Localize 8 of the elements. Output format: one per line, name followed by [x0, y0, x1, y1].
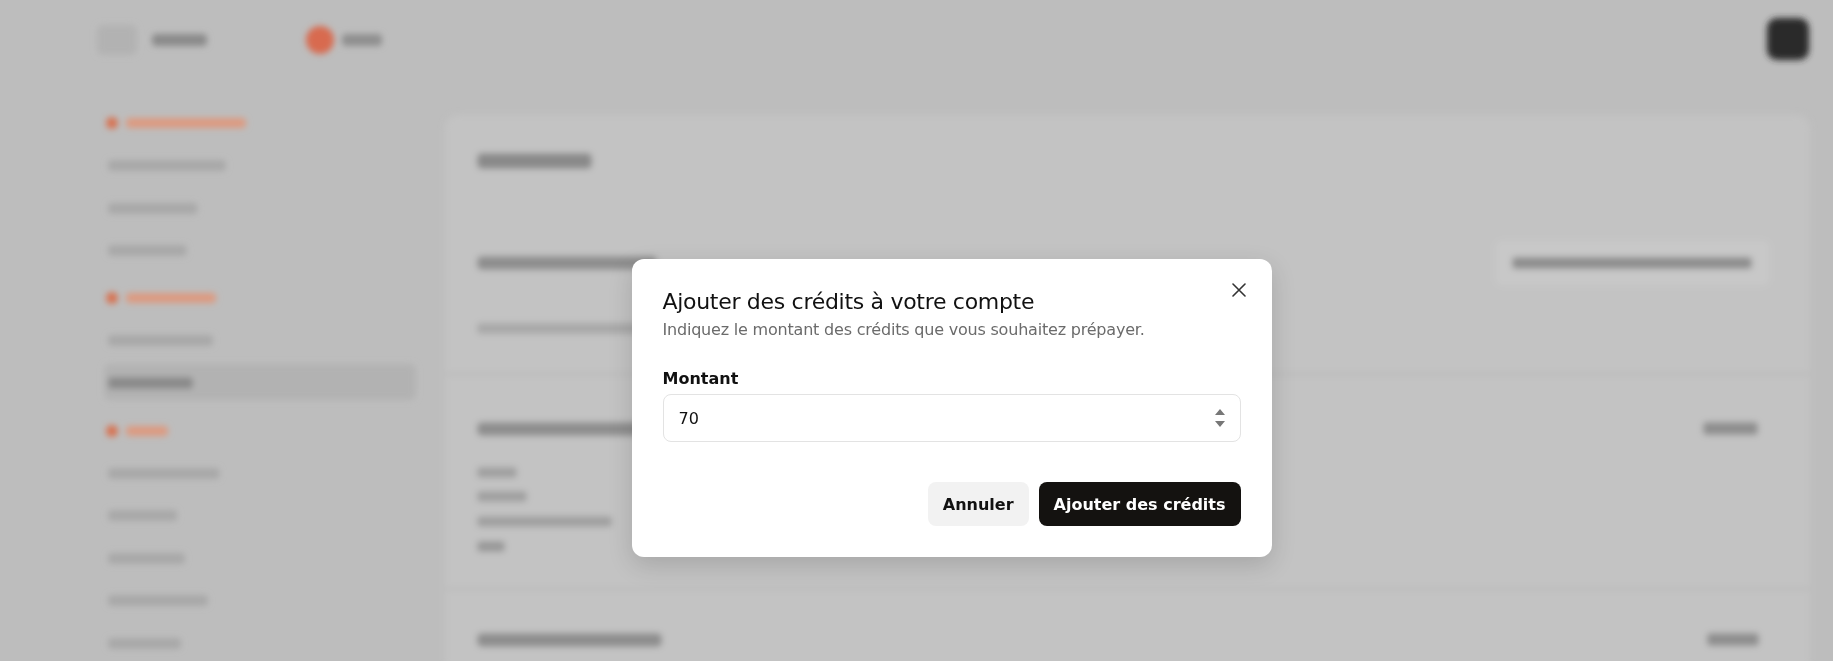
add-credits-button[interactable]: Ajouter des crédits	[1038, 482, 1241, 526]
dialog-description: Indiquez le montant des crédits que vous souhaitez prépayer.	[662, 320, 1145, 339]
amount-field[interactable]: 70	[662, 394, 1241, 442]
stepper-icon[interactable]	[1213, 408, 1226, 428]
cancel-button[interactable]: Annuler	[927, 482, 1029, 526]
close-icon	[1231, 283, 1246, 297]
field-label: Montant	[662, 369, 739, 388]
dialog-title: Ajouter des crédits à votre compte	[662, 289, 1035, 314]
